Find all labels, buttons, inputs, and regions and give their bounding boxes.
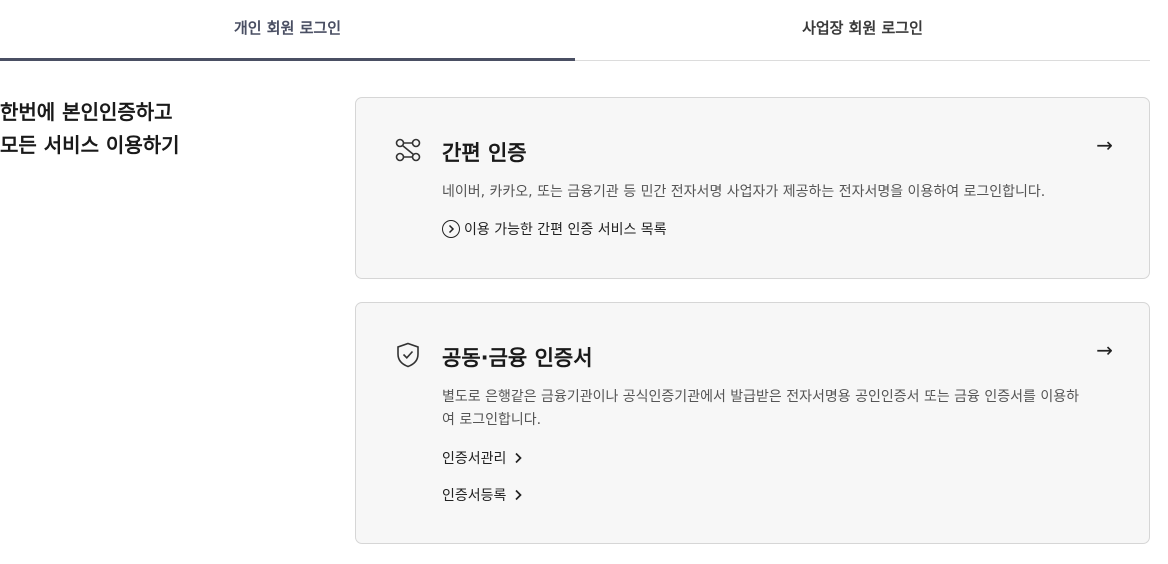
- chevron-right-icon: [510, 450, 526, 466]
- headline-line-2: 모든 서비스 이용하기: [0, 133, 180, 157]
- simple-auth-description: 네이버, 카카오, 또는 금융기관 등 민간 전자서명 사업자가 제공하는 전자…: [442, 184, 1046, 200]
- chevron-right-icon: [510, 487, 526, 503]
- headline-line-1: 한번에 본인인증하고: [0, 100, 173, 124]
- login-type-tabs: 개인 회원 로그인 사업장 회원 로그인: [0, 0, 1150, 61]
- simple-auth-arrow-icon[interactable]: →: [1096, 133, 1113, 157]
- simple-auth-service-list-link[interactable]: 이용 가능한 간편 인증 서비스 목록: [442, 219, 667, 239]
- certificate-description: 별도로 은행같은 금융기관이나 공식인증기관에서 발급받은 전자서명용 공인인증…: [442, 389, 1079, 428]
- network-nodes-icon: [394, 136, 422, 164]
- simple-auth-title: 간편 인증: [442, 141, 527, 165]
- page-headline: 한번에 본인인증하고 모든 서비스 이용하기: [0, 96, 180, 162]
- certificate-register-link[interactable]: 인증서등록: [442, 485, 526, 505]
- circle-chevron-right-icon: [442, 220, 460, 238]
- shield-check-icon: [394, 341, 422, 369]
- tab-business-login[interactable]: 사업장 회원 로그인: [575, 0, 1150, 60]
- certificate-card[interactable]: 공동·금융 인증서 → 별도로 은행같은 금융기관이나 공식인증기관에서 발급받…: [355, 302, 1150, 544]
- simple-auth-card[interactable]: 간편 인증 → 네이버, 카카오, 또는 금융기관 등 민간 전자서명 사업자가…: [355, 97, 1150, 279]
- certificate-register-label: 인증서등록: [442, 488, 507, 504]
- certificate-arrow-icon[interactable]: →: [1096, 338, 1113, 362]
- certificate-manage-label: 인증서관리: [442, 451, 507, 467]
- certificate-manage-link[interactable]: 인증서관리: [442, 448, 526, 468]
- simple-auth-service-list-label: 이용 가능한 간편 인증 서비스 목록: [464, 222, 667, 238]
- tab-personal-login[interactable]: 개인 회원 로그인: [0, 0, 575, 61]
- certificate-title: 공동·금융 인증서: [442, 346, 593, 370]
